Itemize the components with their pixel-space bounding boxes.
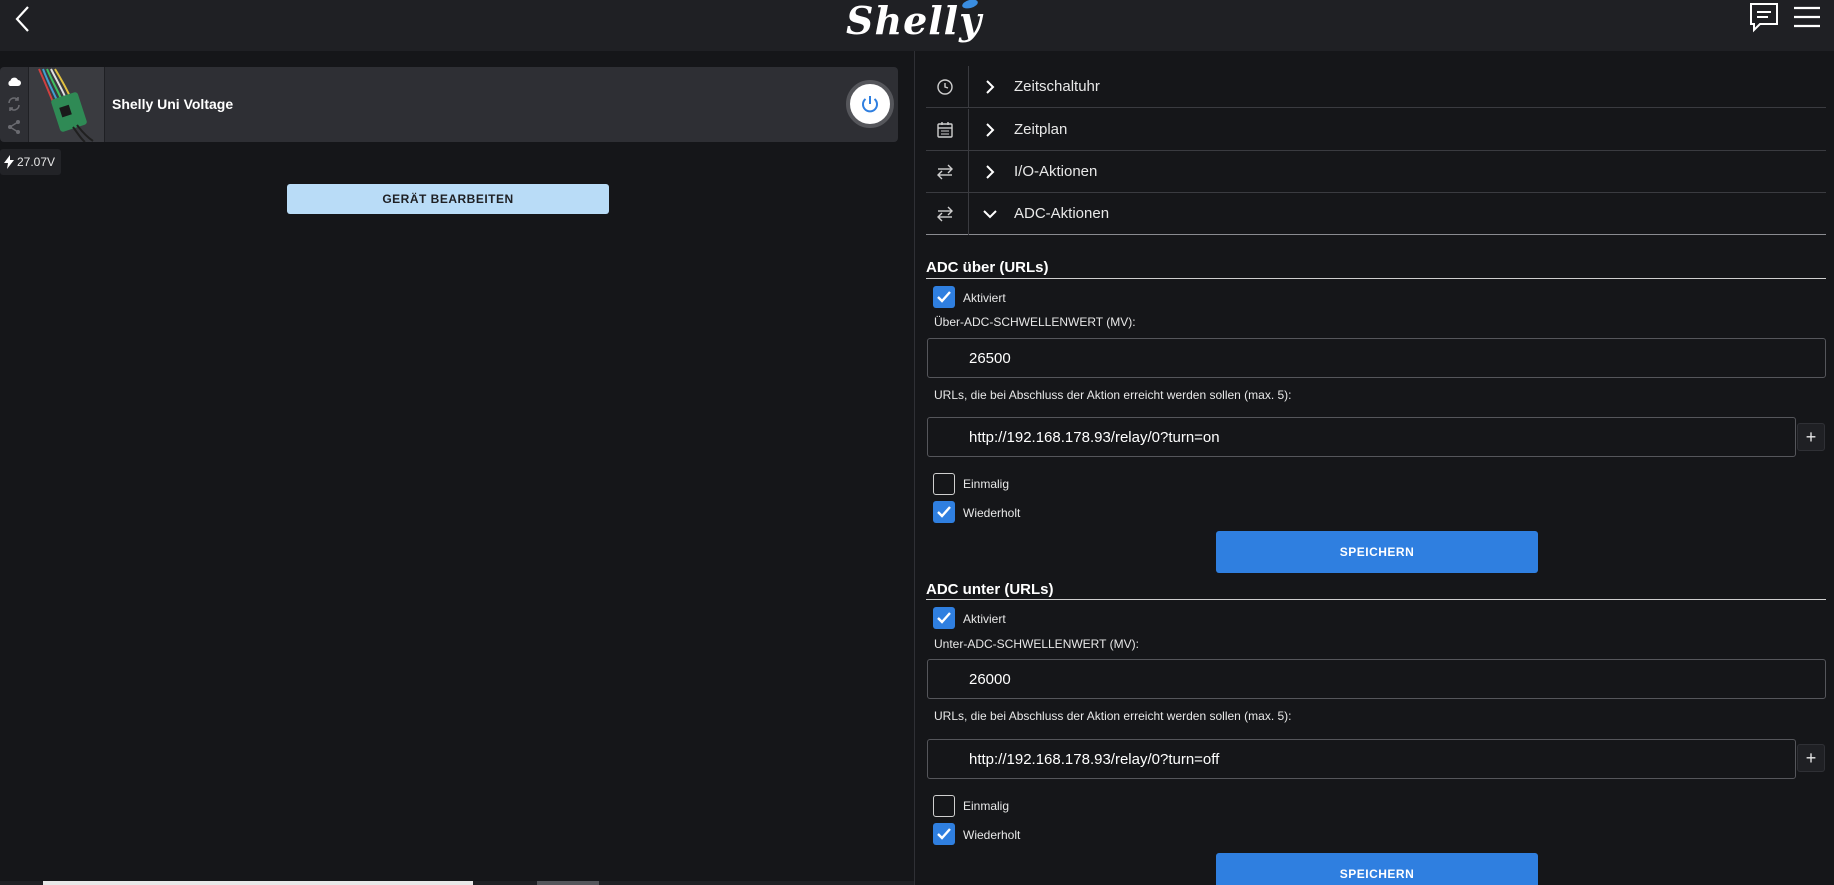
chat-icon[interactable]: [1748, 1, 1780, 33]
adc-under-repeat-label: Wiederholt: [963, 828, 1021, 842]
chevron-right-icon: [982, 122, 998, 138]
device-image: [28, 67, 105, 142]
accordion-label: I/O-Aktionen: [1014, 163, 1098, 180]
adc-over-title: ADC über (URLs): [926, 259, 1049, 276]
adc-over-url-input[interactable]: [927, 417, 1796, 457]
power-button[interactable]: [846, 80, 894, 128]
adc-under-repeat-checkbox[interactable]: [933, 823, 955, 845]
power-icon: [862, 96, 878, 113]
accordion-separator: [968, 66, 969, 108]
calendar-icon: [936, 121, 954, 139]
check-icon: [937, 828, 951, 840]
accordion-label: Zeitplan: [1014, 121, 1068, 138]
adc-over-urls-label: URLs, die bei Abschluss der Aktion errei…: [934, 388, 1292, 402]
accordion-separator: [968, 151, 969, 193]
adc-over-repeat-label: Wiederholt: [963, 506, 1021, 520]
hamburger-menu-icon[interactable]: [1792, 2, 1822, 32]
check-icon: [937, 612, 951, 624]
adc-under-enabled-checkbox[interactable]: [933, 607, 955, 629]
voltage-value: 27.07V: [17, 155, 56, 169]
edit-device-button[interactable]: GERÄT BEARBEITEN: [287, 184, 609, 214]
section-divider: [926, 599, 1826, 600]
adc-under-urls-label: URLs, die bei Abschluss der Aktion errei…: [934, 709, 1292, 723]
device-card[interactable]: Shelly Uni Voltage: [0, 67, 898, 142]
accordion-label: ADC-Aktionen: [1014, 205, 1110, 222]
accordion-zeitschaltuhr[interactable]: Zeitschaltuhr: [926, 66, 1826, 108]
adc-under-url-input[interactable]: [927, 739, 1796, 779]
adc-under-title: ADC unter (URLs): [926, 581, 1054, 598]
adc-under-once-label: Einmalig: [963, 799, 1010, 813]
accordion-io-aktionen[interactable]: I/O-Aktionen: [926, 151, 1826, 193]
voltage-badge: 27.07V: [0, 149, 62, 175]
chevron-right-icon: [982, 79, 998, 95]
check-icon: [937, 506, 951, 518]
adc-under-enabled-label: Aktiviert: [963, 612, 1006, 626]
adc-over-repeat-checkbox[interactable]: [933, 501, 955, 523]
scrollbar-thumb[interactable]: [43, 881, 473, 885]
check-icon: [937, 291, 951, 303]
add-url-button[interactable]: +: [1797, 744, 1825, 772]
device-name: Shelly Uni Voltage: [112, 96, 234, 112]
adc-under-once-checkbox[interactable]: [933, 795, 955, 817]
swap-arrows-icon: [936, 205, 954, 223]
adc-over-once-label: Einmalig: [963, 477, 1010, 491]
share-icon[interactable]: [6, 119, 22, 135]
adc-over-enabled-label: Aktiviert: [963, 291, 1006, 305]
accordion-separator: [968, 109, 969, 151]
adc-over-save-button[interactable]: SPEICHERN: [1216, 531, 1538, 573]
accordion-separator: [968, 193, 969, 235]
device-status-icons: [0, 67, 27, 142]
add-url-button[interactable]: +: [1797, 423, 1825, 451]
section-divider: [926, 278, 1826, 279]
adc-under-threshold-label: Unter-ADC-SCHWELLENWERT (MV):: [934, 637, 1139, 651]
chevron-right-icon: [982, 164, 998, 180]
adc-over-threshold-input[interactable]: [927, 338, 1826, 378]
adc-under-threshold-input[interactable]: [927, 659, 1826, 699]
adc-over-once-checkbox[interactable]: [933, 473, 955, 495]
accordion-adc-aktionen[interactable]: ADC-Aktionen: [926, 193, 1826, 235]
top-bar: Shelly: [0, 0, 1834, 51]
clock-icon: [936, 78, 954, 96]
scrollbar-thumb-secondary[interactable]: [537, 881, 599, 885]
back-chevron-icon[interactable]: [8, 4, 38, 34]
chevron-down-icon: [982, 206, 998, 222]
cloud-icon: [6, 74, 22, 90]
accordion-zeitplan[interactable]: Zeitplan: [926, 109, 1826, 151]
accordion-label: Zeitschaltuhr: [1014, 78, 1100, 95]
lightning-icon: [4, 155, 14, 169]
adc-under-save-button[interactable]: SPEICHERN: [1216, 853, 1538, 885]
adc-over-enabled-checkbox[interactable]: [933, 286, 955, 308]
swap-arrows-icon: [936, 163, 954, 181]
panel-divider: [914, 51, 915, 885]
sync-icon[interactable]: [6, 96, 22, 112]
adc-over-threshold-label: Über-ADC-SCHWELLENWERT (MV):: [934, 315, 1136, 329]
